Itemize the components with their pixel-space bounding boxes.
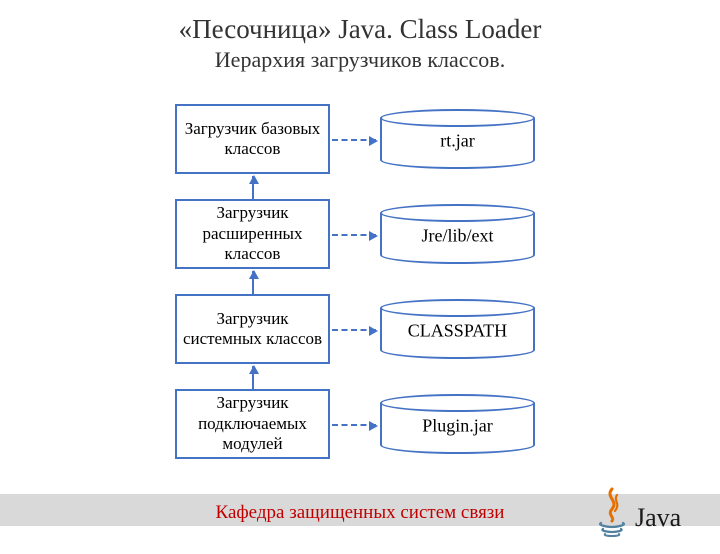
dashed-arrow [332, 424, 376, 426]
resource-cylinder-classpath: CLASSPATH [380, 299, 535, 359]
dashed-arrow [332, 234, 376, 236]
loader-box-extension: Загрузчик расширенных классов [175, 199, 330, 269]
java-cup-icon [595, 487, 629, 537]
resource-label: Jre/lib/ext [380, 226, 535, 247]
loader-label: Загрузчик расширенных классов [177, 203, 328, 264]
loader-label: Загрузчик подключаемых модулей [177, 393, 328, 454]
dashed-arrow [332, 139, 376, 141]
hierarchy-arrow [252, 366, 254, 389]
hierarchy-arrow [252, 271, 254, 294]
dashed-arrow [332, 329, 376, 331]
loader-label: Загрузчик системных классов [177, 309, 328, 350]
resource-cylinder-plugin: Plugin.jar [380, 394, 535, 454]
loader-box-plugin: Загрузчик подключаемых модулей [175, 389, 330, 459]
java-logo: Java [595, 479, 700, 544]
resource-label: rt.jar [380, 131, 535, 152]
page-subtitle: Иерархия загрузчиков классов. [0, 47, 720, 73]
classloader-diagram: Загрузчик базовых классов rt.jar Загрузч… [0, 104, 720, 484]
resource-label: CLASSPATH [380, 321, 535, 342]
resource-label: Plugin.jar [380, 416, 535, 437]
loader-box-system: Загрузчик системных классов [175, 294, 330, 364]
resource-cylinder-rtjar: rt.jar [380, 109, 535, 169]
hierarchy-arrow [252, 176, 254, 199]
java-logo-text: Java [635, 503, 681, 533]
loader-label: Загрузчик базовых классов [177, 119, 328, 160]
resource-cylinder-ext: Jre/lib/ext [380, 204, 535, 264]
loader-box-bootstrap: Загрузчик базовых классов [175, 104, 330, 174]
page-title: «Песочница» Java. Class Loader [0, 14, 720, 45]
